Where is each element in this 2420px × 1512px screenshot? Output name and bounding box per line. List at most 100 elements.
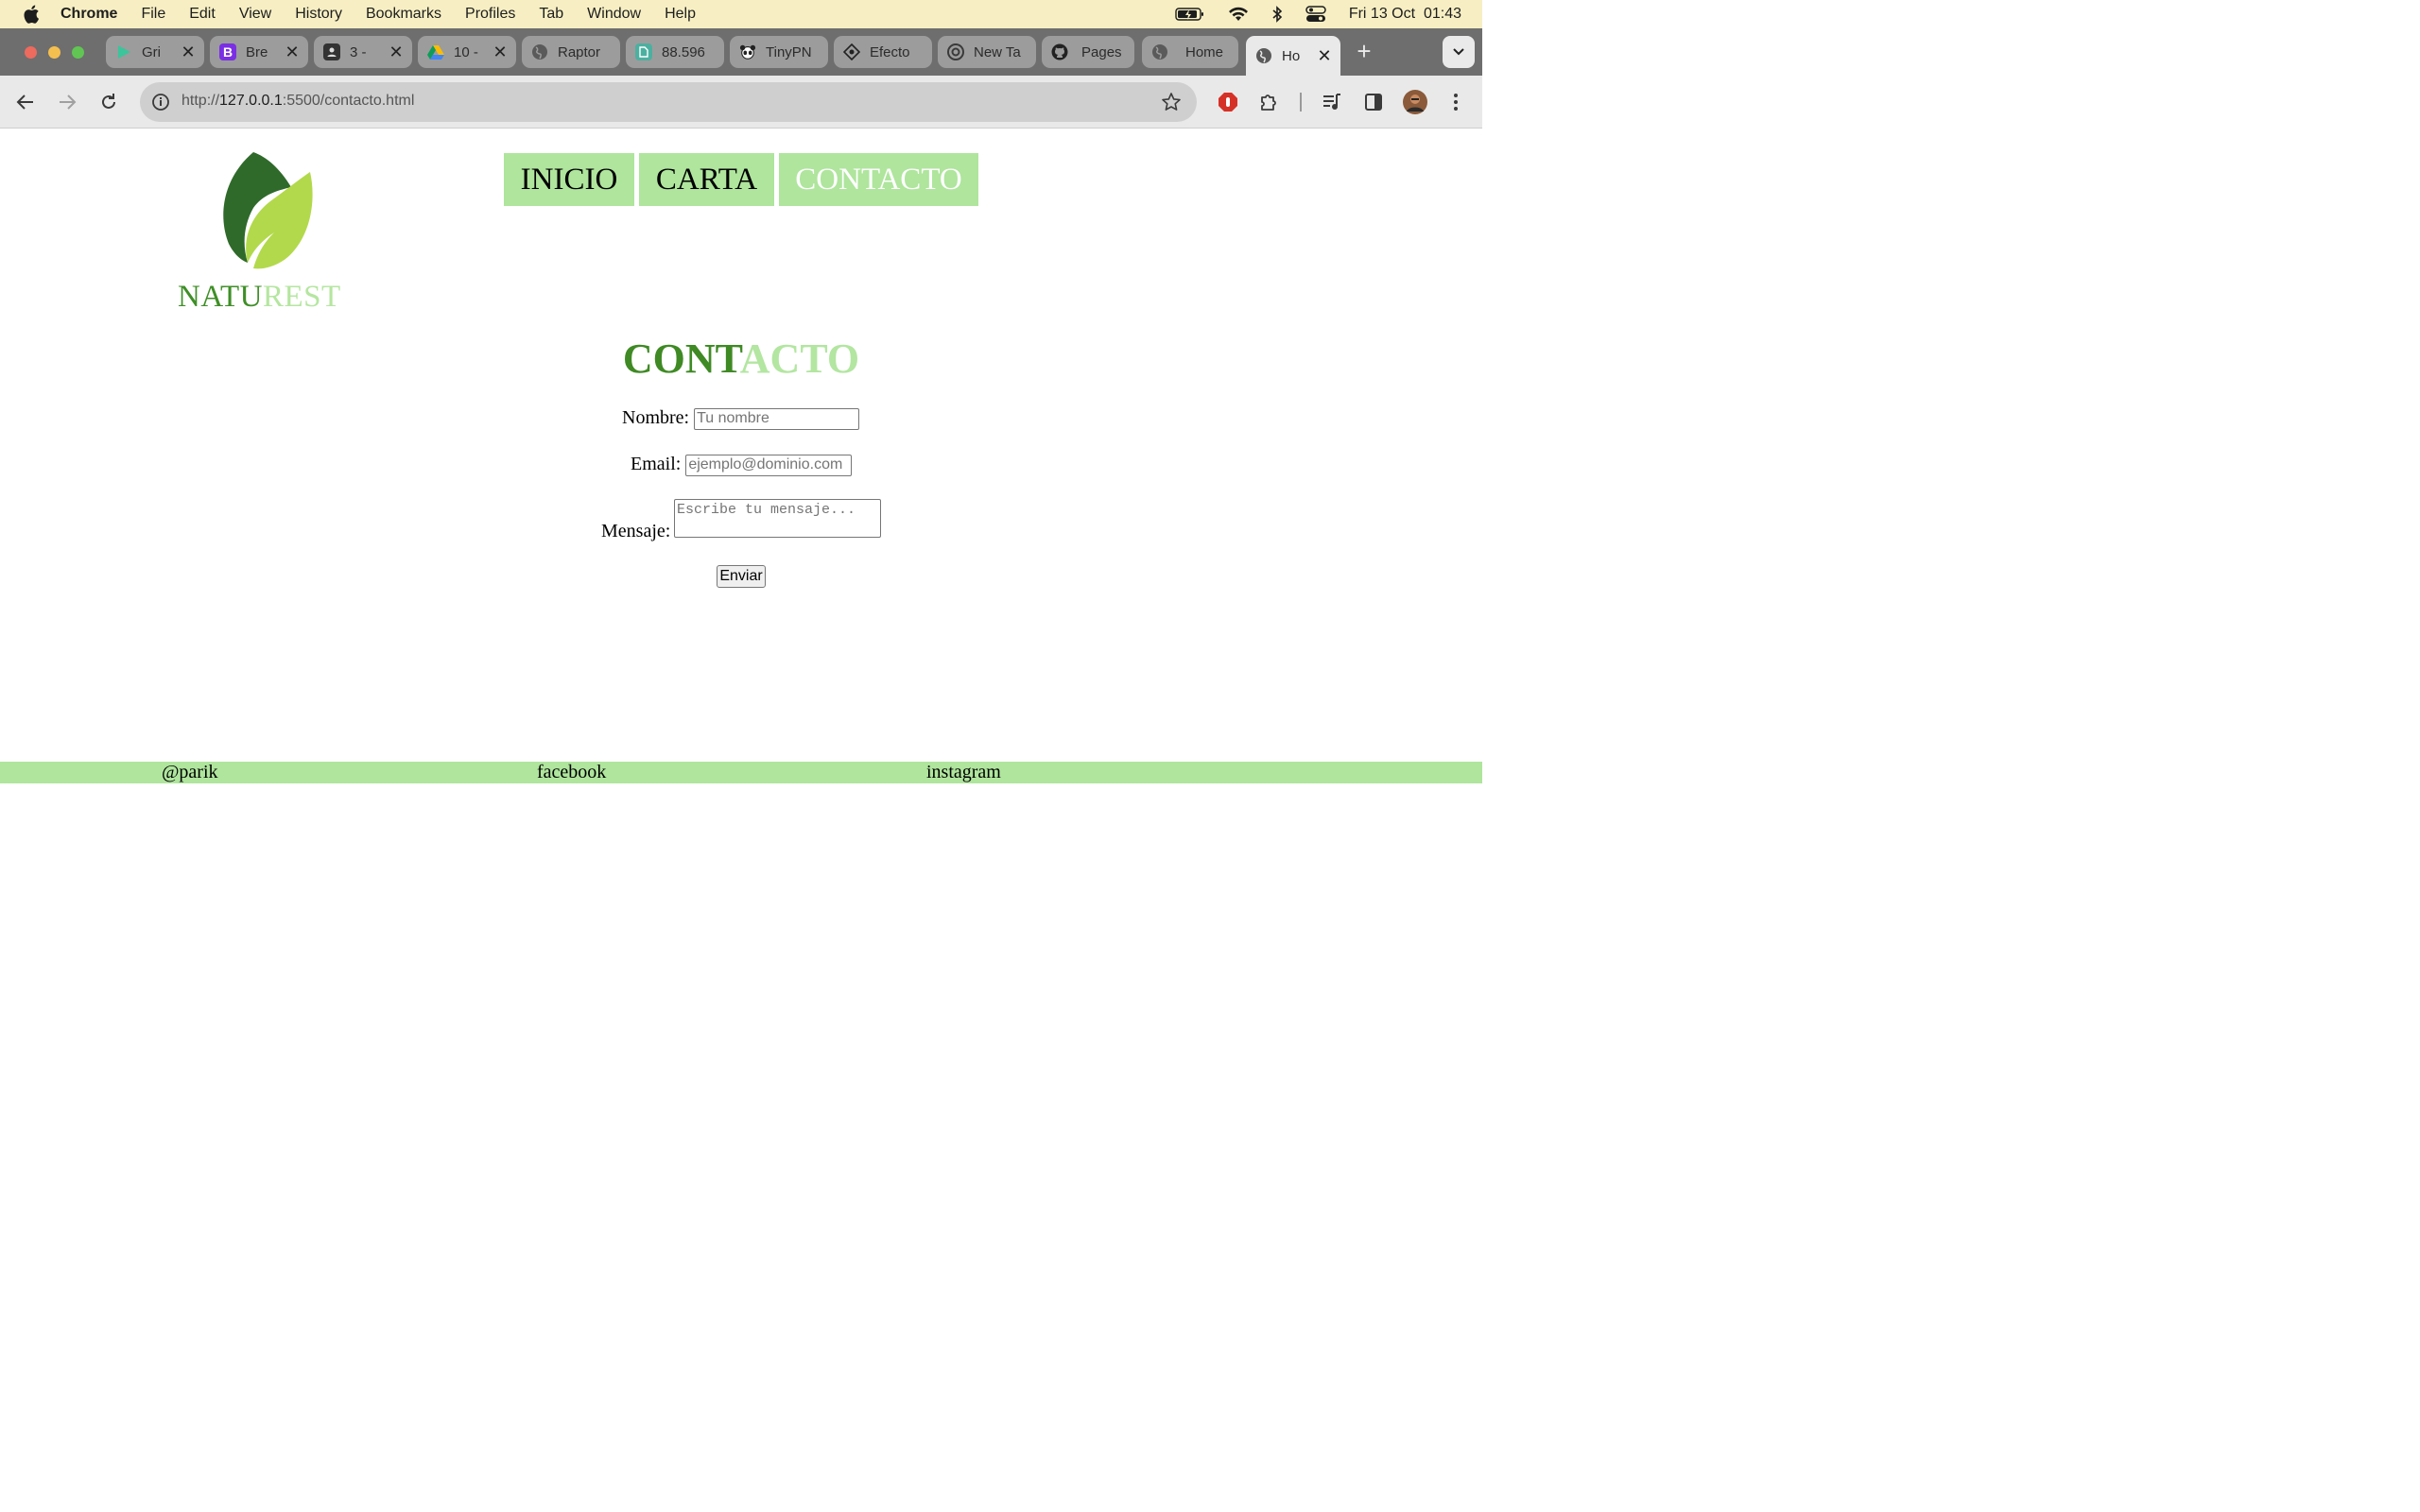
forward-button[interactable]	[56, 91, 78, 113]
new-tab-button[interactable]: +	[1354, 39, 1374, 63]
tab-search-button[interactable]	[1443, 36, 1475, 68]
tab-7[interactable]: TinyPN	[730, 36, 828, 68]
tab-1[interactable]: Gri ✕	[106, 36, 204, 68]
menu-window[interactable]: Window	[587, 6, 641, 23]
tab-active[interactable]: Ho ✕	[1246, 36, 1340, 76]
play-icon	[115, 43, 132, 60]
toolbar-divider	[1300, 93, 1302, 112]
name-label: Nombre:	[622, 407, 690, 428]
close-tab-icon[interactable]: ✕	[490, 43, 510, 62]
battery-icon[interactable]	[1175, 7, 1205, 22]
message-textarea[interactable]	[674, 499, 881, 538]
globe-icon	[531, 43, 548, 60]
bluetooth-icon[interactable]	[1271, 6, 1283, 23]
tab-10[interactable]: Pages	[1042, 36, 1134, 68]
menu-edit[interactable]: Edit	[189, 6, 216, 23]
tab-title: Bre	[246, 43, 268, 60]
url-scheme: http://	[182, 93, 220, 109]
arrow-left-icon	[16, 94, 33, 110]
stop-hand-icon	[1219, 93, 1237, 112]
tab-strip: Gri ✕ B Bre ✕ 3 - ✕ 10 - ✕ Raptor 88.596…	[0, 28, 1482, 76]
tab-2[interactable]: B Bre ✕	[210, 36, 308, 68]
name-input[interactable]	[694, 407, 860, 430]
menu-bookmarks[interactable]: Bookmarks	[366, 6, 441, 23]
side-panel-button[interactable]	[1362, 91, 1385, 113]
bootstrap-icon: B	[219, 43, 236, 60]
close-tab-icon[interactable]: ✕	[282, 43, 302, 62]
title-part-acto: ACTO	[739, 335, 860, 382]
menu-profiles[interactable]: Profiles	[465, 6, 515, 23]
arrow-right-icon	[60, 94, 77, 110]
zoom-window-button[interactable]	[72, 46, 84, 59]
title-part-cont: CONT	[622, 335, 740, 382]
profile-avatar-button[interactable]	[1403, 90, 1427, 114]
tab-title: Gri	[142, 43, 161, 60]
close-tab-icon[interactable]: ✕	[1314, 46, 1335, 66]
naturest-logo[interactable]: NATUREST	[178, 149, 340, 315]
close-tab-icon[interactable]: ✕	[178, 43, 199, 62]
leaf-logo-icon	[223, 152, 313, 269]
nav-carta[interactable]: CARTA	[639, 153, 774, 206]
tab-8[interactable]: Efecto	[834, 36, 932, 68]
tab-5[interactable]: Raptor	[522, 36, 620, 68]
side-panel-icon	[1365, 94, 1382, 111]
nav-inicio[interactable]: INICIO	[504, 153, 634, 206]
email-input[interactable]	[685, 454, 853, 476]
menu-view[interactable]: View	[239, 6, 271, 23]
apple-icon[interactable]	[23, 5, 40, 24]
control-center-icon[interactable]	[1305, 6, 1326, 23]
submit-button[interactable]: Enviar	[717, 565, 766, 588]
diamond-icon	[843, 43, 860, 60]
bookmark-star-icon[interactable]	[1161, 92, 1182, 112]
main-navigation: INICIO CARTA CONTACTO	[504, 153, 978, 206]
site-info-icon[interactable]	[149, 91, 172, 113]
back-button[interactable]	[14, 91, 37, 113]
brand-part-natu: NATU	[178, 280, 263, 314]
footer-instagram-link[interactable]: instagram	[926, 762, 1001, 783]
address-bar[interactable]: http://127.0.0.1:5500/contacto.html	[140, 82, 1197, 122]
nav-contacto[interactable]: CONTACTO	[779, 153, 978, 206]
close-tab-icon[interactable]: ✕	[386, 43, 406, 62]
page-icon	[635, 43, 652, 60]
avatar	[1403, 90, 1427, 114]
url-path: :5500/contacto.html	[282, 93, 415, 109]
tab-title: New Ta	[974, 43, 1021, 60]
footer-handle[interactable]: @parik	[162, 762, 218, 783]
tab-title: Efecto	[870, 43, 910, 60]
menu-app-chrome[interactable]: Chrome	[60, 6, 117, 23]
tab-4[interactable]: 10 - ✕	[418, 36, 516, 68]
adblock-extension-button[interactable]	[1217, 91, 1239, 113]
minimize-window-button[interactable]	[48, 46, 60, 59]
extensions-button[interactable]	[1258, 91, 1281, 113]
footer-bar: @parik facebook instagram	[0, 762, 1482, 783]
drive-icon	[427, 43, 444, 60]
reload-button[interactable]	[97, 91, 120, 113]
footer-facebook-link[interactable]: facebook	[537, 762, 606, 783]
tab-title: Raptor	[558, 43, 601, 60]
chrome-menu-button[interactable]	[1444, 91, 1467, 113]
tab-11[interactable]: Home	[1142, 36, 1238, 68]
globe-icon	[1255, 47, 1272, 64]
kebab-menu-icon	[1454, 94, 1458, 111]
menu-help[interactable]: Help	[665, 6, 696, 23]
menu-tab[interactable]: Tab	[539, 6, 563, 23]
menu-history[interactable]: History	[295, 6, 342, 23]
reload-icon	[102, 94, 115, 109]
media-control-button[interactable]	[1321, 91, 1343, 113]
tab-6[interactable]: 88.596	[626, 36, 724, 68]
close-window-button[interactable]	[25, 46, 37, 59]
tab-title: Pages	[1081, 43, 1122, 60]
menu-file[interactable]: File	[141, 6, 165, 23]
wifi-icon[interactable]	[1228, 7, 1249, 22]
menubar-clock[interactable]: Fri 13 Oct 01:43	[1349, 6, 1461, 23]
url-text[interactable]: http://127.0.0.1:5500/contacto.html	[182, 93, 414, 110]
url-host: 127.0.0.1	[219, 93, 283, 109]
music-queue-icon	[1323, 94, 1340, 110]
tab-3[interactable]: 3 - ✕	[314, 36, 412, 68]
tab-title: 3 -	[350, 43, 367, 60]
github-icon	[1051, 43, 1068, 60]
macos-menu-bar: Chrome File Edit View History Bookmarks …	[0, 0, 1482, 28]
email-row: Email:	[631, 454, 853, 476]
tab-9[interactable]: New Ta	[938, 36, 1036, 68]
panda-icon	[739, 43, 756, 60]
